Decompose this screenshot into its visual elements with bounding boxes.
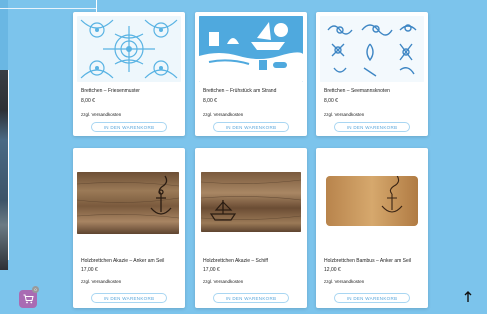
product-title[interactable]: Holzbrettchen Akazie – Anker am Seil	[81, 258, 164, 264]
product-price: 17,00 €	[203, 267, 220, 273]
arrow-up-icon	[464, 291, 472, 302]
product-title[interactable]: Holzbrettchen Bambus – Anker am Seil	[324, 258, 411, 264]
product-price: 17,00 €	[81, 267, 98, 273]
product-image[interactable]	[199, 16, 303, 82]
divider	[0, 8, 96, 9]
shipping-link[interactable]: zzgl. Versandkosten	[203, 112, 243, 117]
acacia-anchor-board-image	[77, 172, 179, 234]
cart-count-badge: 0	[32, 286, 39, 293]
shipping-link[interactable]: zzgl. Versandkosten	[324, 279, 364, 284]
product-image[interactable]	[320, 16, 424, 82]
divider	[96, 0, 97, 12]
add-to-cart-button[interactable]: IN DEN WARENKORB	[334, 122, 410, 132]
add-to-cart-button[interactable]: IN DEN WARENKORB	[213, 293, 289, 303]
product-card[interactable]: Brettchen – Frühstück am Strand 8,00 € z…	[195, 12, 307, 136]
scroll-top-button[interactable]	[462, 290, 474, 304]
product-title[interactable]: Brettchen – Frühstück am Strand	[203, 88, 276, 94]
cart-icon	[23, 294, 34, 304]
product-title[interactable]: Holzbrettchen Akazie – Schiff	[203, 258, 268, 264]
shipping-link[interactable]: zzgl. Versandkosten	[81, 112, 121, 117]
product-image[interactable]	[201, 172, 301, 232]
product-price: 8,00 €	[81, 98, 95, 104]
product-title[interactable]: Brettchen – Seemannsknoten	[324, 88, 390, 94]
shipping-link[interactable]: zzgl. Versandkosten	[81, 279, 121, 284]
product-card[interactable]: Holzbrettchen Akazie – Schiff 17,00 € zz…	[195, 148, 307, 308]
background-window-strip	[0, 0, 8, 270]
add-to-cart-button[interactable]: IN DEN WARENKORB	[91, 122, 167, 132]
add-to-cart-button[interactable]: IN DEN WARENKORB	[91, 293, 167, 303]
product-card[interactable]: Brettchen – Seemannsknoten 8,00 € zzgl. …	[316, 12, 428, 136]
shipping-link[interactable]: zzgl. Versandkosten	[203, 279, 243, 284]
add-to-cart-button[interactable]: IN DEN WARENKORB	[213, 122, 289, 132]
product-image[interactable]	[77, 16, 181, 82]
beach-breakfast-image	[199, 16, 303, 82]
product-price: 8,00 €	[203, 98, 217, 104]
product-image[interactable]	[77, 172, 179, 234]
add-to-cart-button[interactable]: IN DEN WARENKORB	[334, 293, 410, 303]
product-card[interactable]: Holzbrettchen Bambus – Anker am Seil 12,…	[316, 148, 428, 308]
divider	[8, 70, 9, 260]
product-price: 8,00 €	[324, 98, 338, 104]
product-price: 12,00 €	[324, 267, 341, 273]
product-card[interactable]: Brettchen – Friesenmuster 8,00 € zzgl. V…	[73, 12, 185, 136]
product-image[interactable]	[326, 176, 418, 226]
sailor-knots-image	[320, 16, 424, 82]
bamboo-anchor-board-image	[326, 176, 418, 226]
shipping-link[interactable]: zzgl. Versandkosten	[324, 112, 364, 117]
friesen-pattern-image	[77, 16, 181, 82]
acacia-ship-board-image	[201, 172, 301, 232]
product-title[interactable]: Brettchen – Friesenmuster	[81, 88, 140, 94]
product-card[interactable]: Holzbrettchen Akazie – Anker am Seil 17,…	[73, 148, 185, 308]
